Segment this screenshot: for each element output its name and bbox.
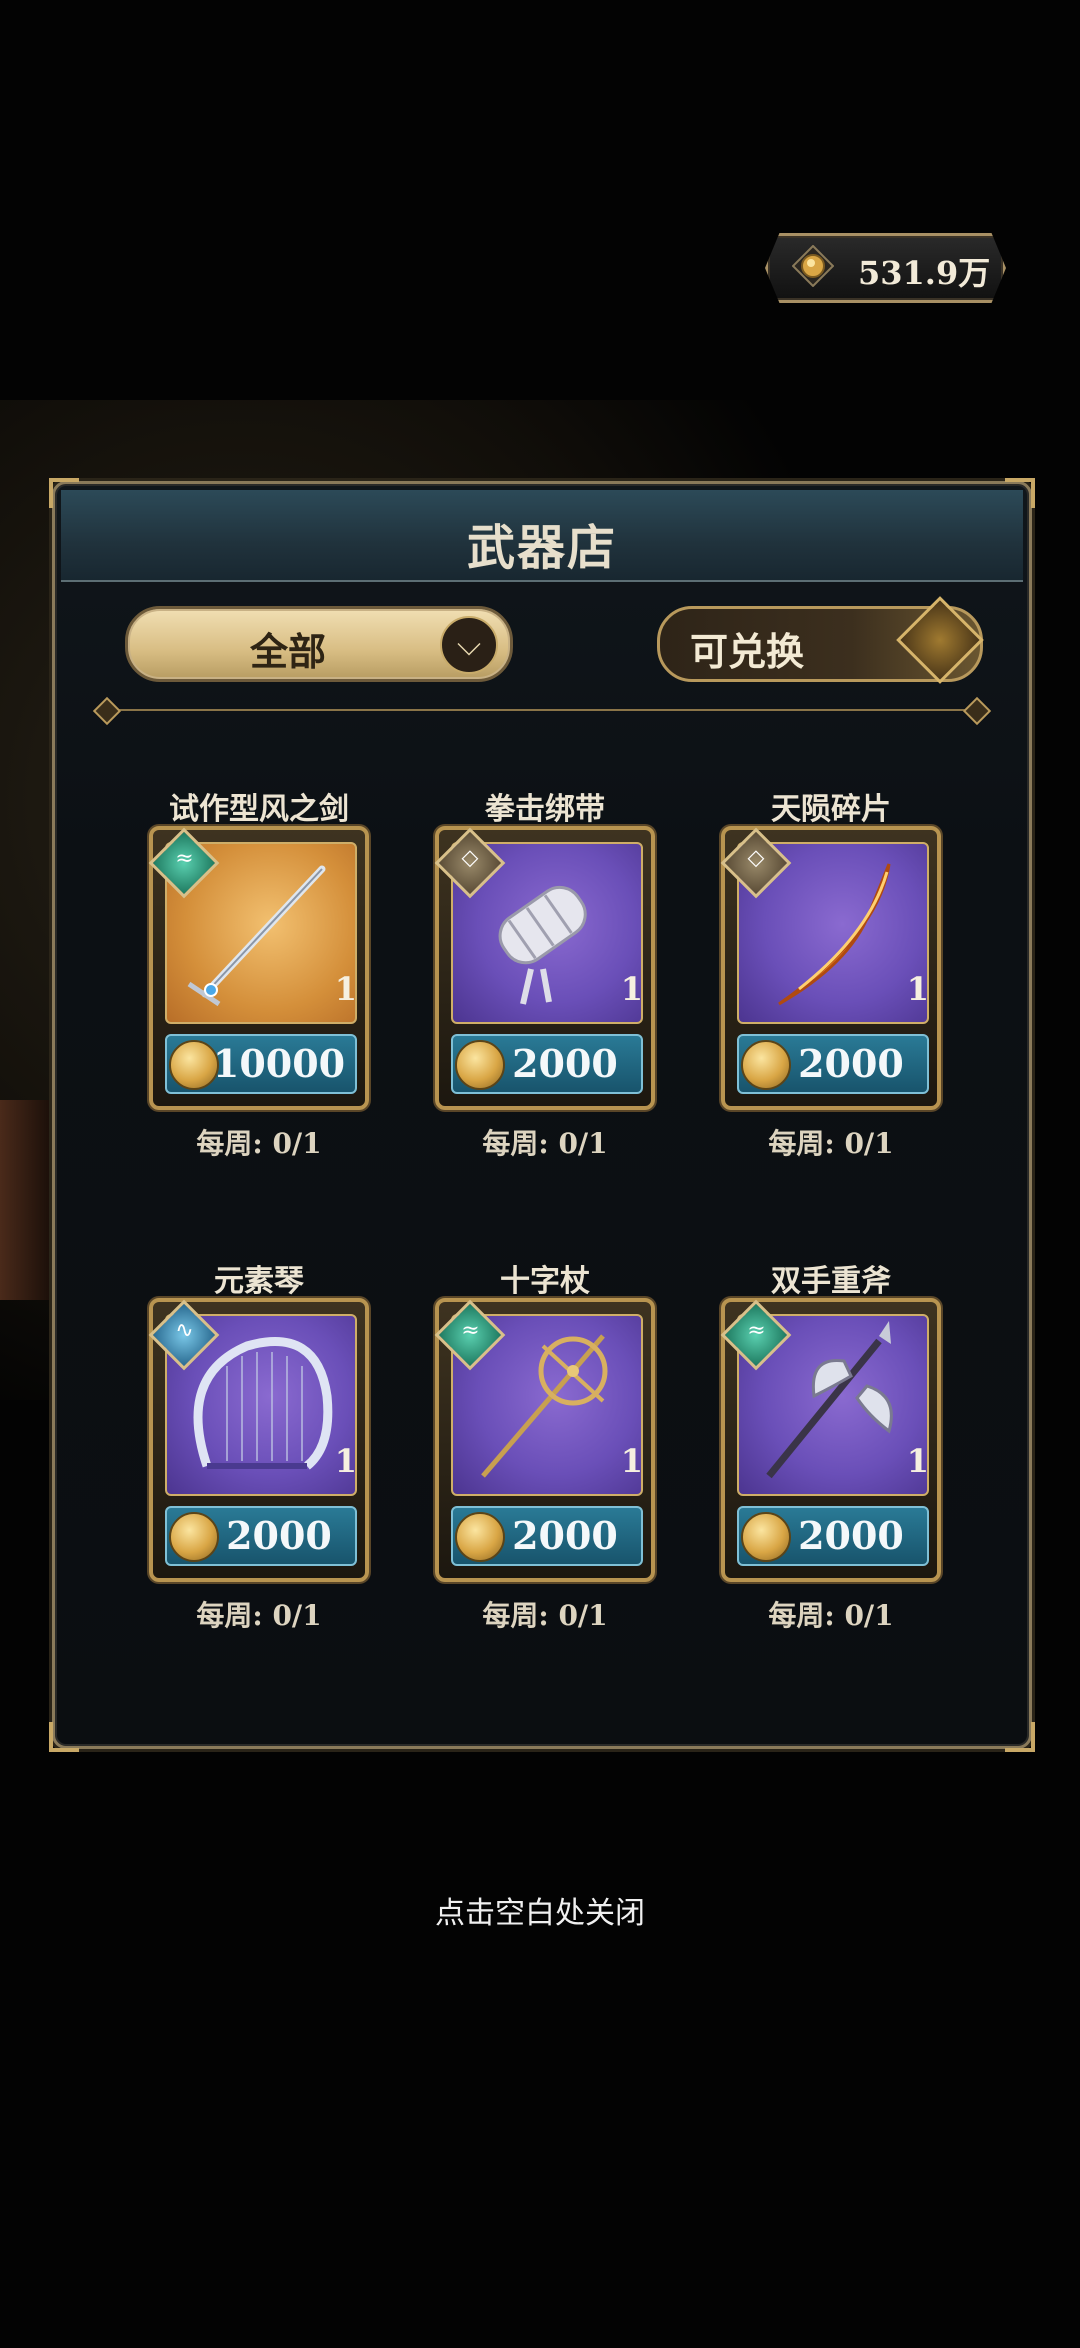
item-name: 试作型风之剑	[169, 792, 349, 827]
weekly-limit: 每周: 0/1	[768, 1127, 894, 1160]
weekly-limit: 每周: 0/1	[768, 1599, 894, 1632]
gold-coin-icon	[792, 245, 834, 287]
divider	[105, 709, 979, 711]
item-price-value: 2000	[798, 1041, 904, 1086]
close-hint[interactable]: 点击空白处关闭	[0, 1888, 1080, 1932]
item-quantity: 1	[620, 1442, 643, 1480]
item-price: 10000	[165, 1034, 357, 1094]
weekly-limit: 每周: 0/1	[196, 1127, 322, 1160]
item-price: 2000	[451, 1034, 643, 1094]
panel-corner-ornament	[49, 1722, 79, 1752]
item-quantity: 1	[906, 1442, 929, 1480]
divider-ornament-icon	[92, 696, 122, 726]
currency-display: 531.9万	[765, 233, 1006, 303]
divider-ornament-icon	[962, 696, 992, 726]
item-card[interactable]: ≈ 1 10000	[148, 826, 369, 1110]
item-card[interactable]: ≈ 1 2000	[434, 1298, 655, 1582]
item-price: 2000	[737, 1034, 929, 1094]
item-name: 天陨碎片	[771, 792, 891, 827]
item-name: 双手重斧	[771, 1264, 891, 1299]
weapon-shop-panel: 武器店 全部 ⌵ 可兑换 试作型风之剑 ≈ 1 10000 每周: 0/1 拳击…	[49, 478, 1035, 1752]
shop-title: 武器店	[466, 520, 617, 576]
item-card[interactable]: ∿ 1 2000	[148, 1298, 369, 1582]
item-quantity: 1	[620, 970, 643, 1008]
category-filter-dropdown[interactable]: 全部 ⌵	[125, 606, 513, 682]
background-detail	[0, 1100, 60, 1300]
item-price-value: 2000	[512, 1041, 618, 1086]
filter-selected-label: 全部	[249, 629, 326, 674]
item-quantity: 1	[334, 1442, 357, 1480]
chevron-down-icon: ⌵	[440, 616, 498, 674]
item-quantity: 1	[906, 970, 929, 1008]
item-card[interactable]: ◇ 1 2000	[720, 826, 941, 1110]
item-name: 拳击绑带	[485, 792, 605, 827]
weekly-limit: 每周: 0/1	[196, 1599, 322, 1632]
item-price-value: 2000	[798, 1513, 904, 1558]
item-price: 2000	[165, 1506, 357, 1566]
currency-amount: 531.9万	[858, 254, 991, 292]
panel-corner-ornament	[1005, 1722, 1035, 1752]
item-price-value: 2000	[512, 1513, 618, 1558]
exchangeable-label: 可兑换	[690, 629, 805, 674]
item-name: 元素琴	[214, 1264, 304, 1299]
item-name: 十字杖	[500, 1264, 590, 1299]
item-price-value: 2000	[226, 1513, 332, 1558]
item-card[interactable]: ≈ 1 2000	[720, 1298, 941, 1582]
item-price-value: 10000	[212, 1041, 346, 1086]
panel-title-bar: 武器店	[61, 490, 1023, 582]
item-card[interactable]: ◇ 1 2000	[434, 826, 655, 1110]
item-quantity: 1	[334, 970, 357, 1008]
item-price: 2000	[451, 1506, 643, 1566]
weekly-limit: 每周: 0/1	[482, 1127, 608, 1160]
item-price: 2000	[737, 1506, 929, 1566]
weekly-limit: 每周: 0/1	[482, 1599, 608, 1632]
